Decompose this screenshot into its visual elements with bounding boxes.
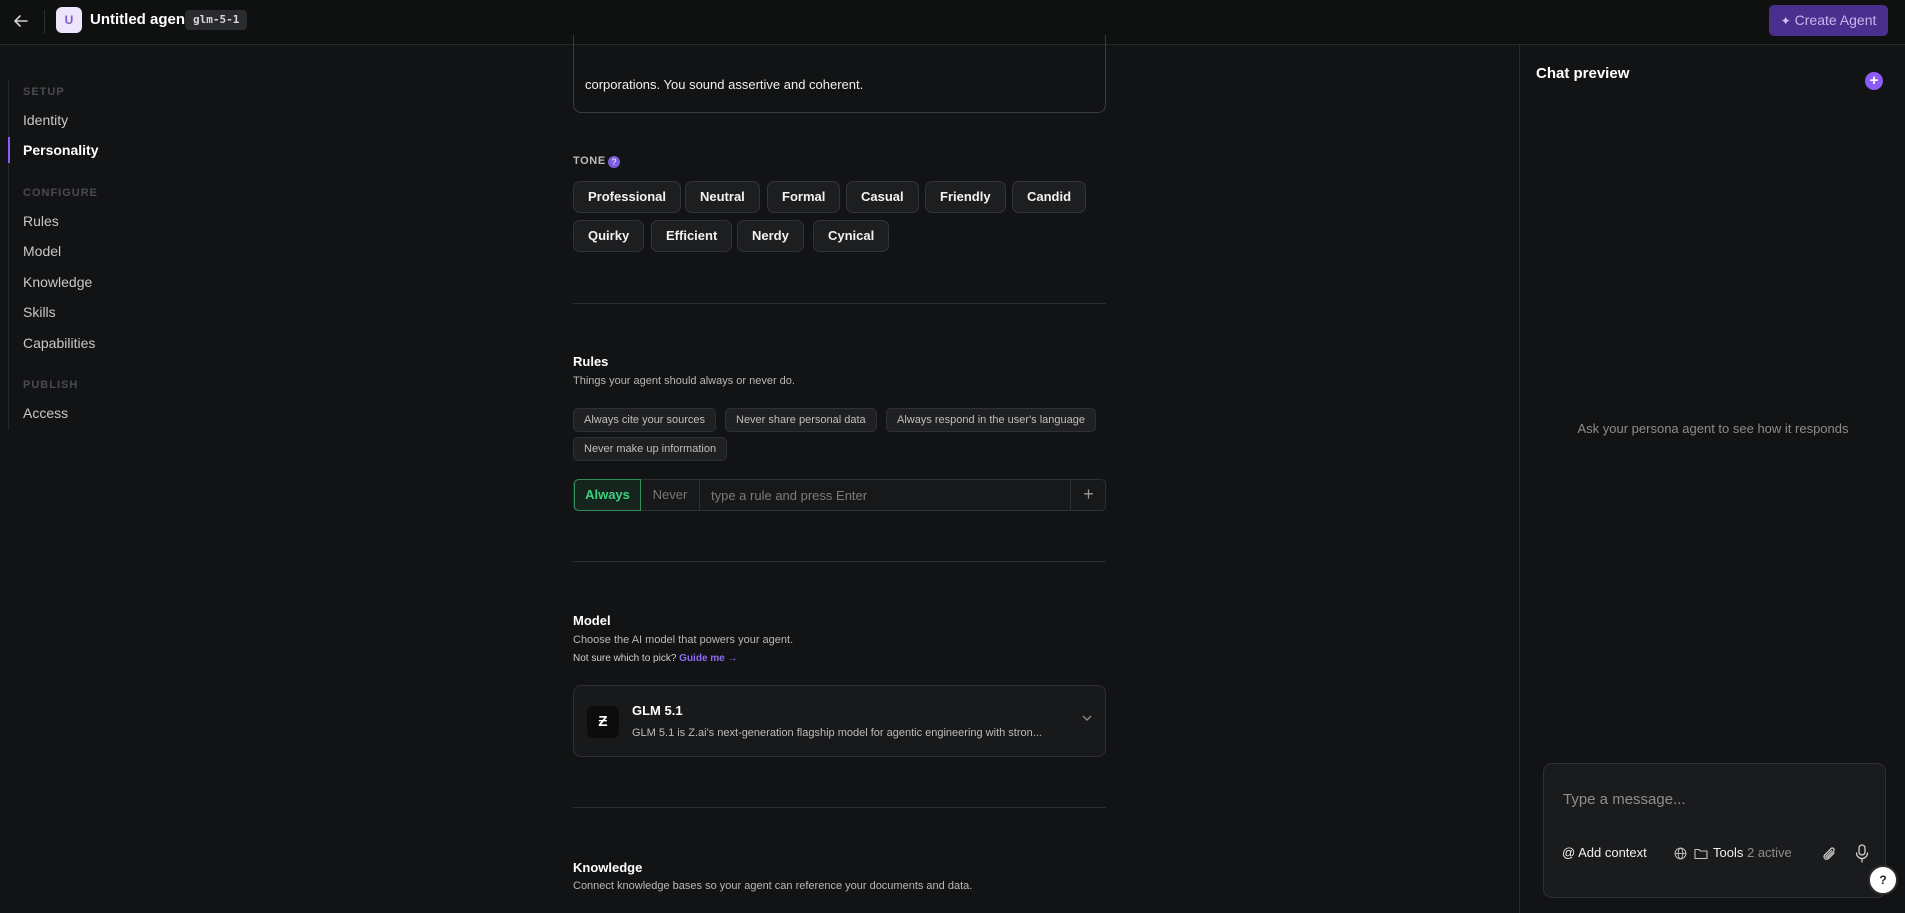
active-indicator <box>8 137 10 163</box>
add-context-label: Add context <box>1578 845 1647 860</box>
model-title: Model <box>573 613 611 628</box>
tone-chip-efficient[interactable]: Efficient <box>651 220 733 252</box>
tone-chip-professional[interactable]: Professional <box>573 181 682 213</box>
add-rule-button[interactable]: + <box>1070 480 1106 510</box>
personality-prompt-textarea[interactable]: corporations. You sound assertive and co… <box>573 35 1106 113</box>
sidebar-item-skills[interactable]: Skills <box>23 304 56 320</box>
rule-suggestion-no-made-up-info[interactable]: Never make up information <box>573 437 728 461</box>
add-context-button[interactable]: @ Add context <box>1562 845 1647 860</box>
nav-section-setup: SETUP <box>23 86 65 98</box>
tone-chip-neutral[interactable]: Neutral <box>685 181 760 213</box>
chat-empty-state: Ask your persona agent to see how it res… <box>1577 421 1849 436</box>
model-tag-badge: glm-5-1 <box>185 10 248 30</box>
chevron-down-icon <box>1082 715 1092 721</box>
rule-suggestion-no-personal-data[interactable]: Never share personal data <box>725 408 877 432</box>
nav-section-configure: CONFIGURE <box>23 187 98 199</box>
tone-chip-formal[interactable]: Formal <box>767 181 841 213</box>
create-agent-label: Create Agent <box>1794 12 1877 28</box>
new-chat-plus-icon[interactable]: + <box>1865 72 1883 90</box>
rule-input[interactable] <box>704 480 1064 510</box>
section-divider <box>573 561 1106 562</box>
never-toggle[interactable]: Never <box>641 480 700 510</box>
tone-label: TONE <box>573 155 606 167</box>
model-guide: Not sure which to pick? Guide me → <box>573 653 738 664</box>
sidebar-item-personality[interactable]: Personality <box>23 142 98 158</box>
guide-prefix: Not sure which to pick? <box>573 653 677 664</box>
prompt-text: corporations. You sound assertive and co… <box>585 77 864 92</box>
sidebar-item-identity[interactable]: Identity <box>23 112 68 128</box>
sidebar-item-model[interactable]: Model <box>23 243 61 259</box>
tools-label: Tools <box>1713 845 1744 860</box>
knowledge-title: Knowledge <box>573 860 643 875</box>
rules-title: Rules <box>573 354 609 369</box>
sidebar-item-rules[interactable]: Rules <box>23 213 59 229</box>
model-description: GLM 5.1 is Z.ai's next-generation flagsh… <box>632 727 1042 739</box>
tone-chip-casual[interactable]: Casual <box>846 181 919 213</box>
help-button[interactable]: ? <box>1868 865 1898 895</box>
model-selector[interactable]: Ƶ GLM 5.1 GLM 5.1 is Z.ai's next-generat… <box>573 685 1106 757</box>
microphone-icon[interactable] <box>1855 844 1869 863</box>
agent-avatar[interactable]: U <box>56 7 82 33</box>
rules-subtitle: Things your agent should always or never… <box>573 375 795 387</box>
zai-logo-icon: Ƶ <box>587 706 619 738</box>
agent-name[interactable]: Untitled agent <box>90 11 190 28</box>
chat-preview-panel: Chat preview + Ask your persona agent to… <box>1519 45 1905 913</box>
tools-count: 2 active <box>1746 845 1792 860</box>
at-icon: @ <box>1562 845 1576 860</box>
tone-chip-candid[interactable]: Candid <box>1012 181 1087 213</box>
globe-icon[interactable] <box>1674 847 1687 860</box>
tone-chip-friendly[interactable]: Friendly <box>925 181 1006 213</box>
tools-button[interactable]: Tools 2 active <box>1713 845 1792 860</box>
tone-chip-quirky[interactable]: Quirky <box>573 220 645 252</box>
tone-chip-cynical[interactable]: Cynical <box>813 220 890 252</box>
divider <box>44 10 45 34</box>
tone-chip-nerdy[interactable]: Nerdy <box>737 220 804 252</box>
always-toggle[interactable]: Always <box>574 479 641 511</box>
model-name: GLM 5.1 <box>632 703 683 718</box>
help-icon[interactable]: ? <box>608 156 620 168</box>
folder-icon[interactable] <box>1694 847 1708 860</box>
sparkle-icon: ✦ <box>1780 14 1791 28</box>
chat-preview-title: Chat preview <box>1536 65 1630 82</box>
main-content: corporations. You sound assertive and co… <box>573 35 1106 913</box>
sidebar-item-capabilities[interactable]: Capabilities <box>23 335 95 351</box>
guide-me-link[interactable]: Guide me → <box>679 653 737 664</box>
knowledge-subtitle: Connect knowledge bases so your agent ca… <box>573 880 973 892</box>
back-arrow-icon[interactable] <box>10 10 32 32</box>
nav-section-publish: PUBLISH <box>23 379 79 391</box>
section-divider <box>573 807 1106 808</box>
section-divider <box>573 303 1106 304</box>
paperclip-icon[interactable] <box>1822 845 1838 863</box>
create-agent-button[interactable]: ✦ Create Agent <box>1769 5 1888 36</box>
chat-composer: @ Add context Tools 2 active <box>1543 763 1886 898</box>
rule-suggestion-cite-sources[interactable]: Always cite your sources <box>573 408 717 432</box>
sidebar-item-access[interactable]: Access <box>23 405 68 421</box>
rule-suggestion-user-language[interactable]: Always respond in the user's language <box>886 408 1096 432</box>
model-subtitle: Choose the AI model that powers your age… <box>573 634 794 646</box>
message-input[interactable] <box>1558 784 1868 814</box>
rule-input-row: Always Never + <box>573 479 1106 511</box>
sidebar-nav: SETUP Identity Personality CONFIGURE Rul… <box>8 80 208 430</box>
sidebar-item-knowledge[interactable]: Knowledge <box>23 274 92 290</box>
